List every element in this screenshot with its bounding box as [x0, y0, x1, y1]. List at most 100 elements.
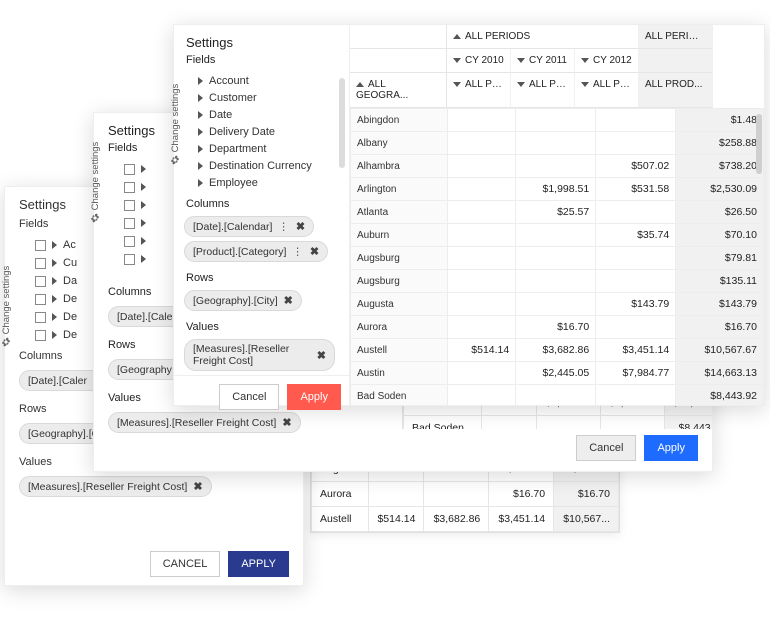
column-chip[interactable]: [Date].[Calendar]⋮✖ — [184, 216, 314, 237]
cancel-button[interactable]: Cancel — [576, 435, 636, 461]
tree-item[interactable]: Employee — [198, 174, 349, 191]
row-header-cell[interactable]: Albany — [351, 132, 448, 155]
tree-item[interactable]: Date — [198, 106, 349, 123]
row-header-cell[interactable]: Bad Soden — [351, 385, 448, 406]
cell — [448, 109, 516, 132]
cell — [516, 247, 596, 270]
checkbox-icon[interactable] — [35, 294, 46, 305]
close-icon[interactable]: ✖ — [310, 245, 319, 258]
col-header-prod[interactable]: ALL PRO... — [575, 73, 639, 108]
cancel-button[interactable]: CANCEL — [150, 551, 221, 577]
table-row: Austell$514.14$3,682.86$3,451.14$10,567.… — [312, 507, 619, 532]
table-row: Aurora$16.70$16.70 — [351, 316, 764, 339]
expand-icon[interactable] — [52, 241, 57, 249]
more-icon[interactable]: ⋮ — [292, 246, 304, 258]
col-header-year[interactable]: CY 2011 — [511, 49, 575, 73]
cell: $3,451.14 — [489, 507, 554, 532]
expand-icon[interactable] — [198, 162, 203, 170]
expand-icon[interactable] — [141, 237, 146, 245]
row-header-cell[interactable]: Augsburg — [351, 247, 448, 270]
expand-icon[interactable] — [141, 183, 146, 191]
row-header-cell[interactable]: Auburn — [351, 224, 448, 247]
more-icon[interactable]: ⋮ — [278, 221, 290, 233]
close-icon[interactable]: ✖ — [296, 220, 305, 233]
expand-icon[interactable] — [141, 219, 146, 227]
expand-icon[interactable] — [198, 94, 203, 102]
expand-icon[interactable] — [52, 331, 57, 339]
row-header-cell[interactable]: Atlanta — [351, 201, 448, 224]
col-header-prod[interactable]: ALL PRO... — [511, 73, 575, 108]
tree-label: Employee — [209, 177, 258, 189]
column-chip[interactable]: [Product].[Category]⋮✖ — [184, 241, 328, 262]
apply-button[interactable]: APPLY — [228, 551, 289, 577]
row-chip[interactable]: [Geography].[City]✖ — [184, 290, 302, 311]
col-header-all-periods[interactable]: ALL PERIODS — [447, 25, 639, 49]
row-header-cell[interactable]: Augsburg — [351, 270, 448, 293]
apply-button[interactable]: Apply — [644, 435, 698, 461]
col-header-prod[interactable]: ALL PRO... — [447, 73, 511, 108]
total-cell: $258.88 — [676, 132, 764, 155]
close-icon[interactable]: ✖ — [317, 349, 326, 362]
row-header-cell[interactable]: Austell — [351, 339, 448, 362]
table-row: Austin$2,445.05$7,984.77$14,663.13 — [351, 362, 764, 385]
expand-icon[interactable] — [198, 128, 203, 136]
row-header-cell[interactable]: Austin — [351, 362, 448, 385]
checkbox-icon[interactable] — [35, 240, 46, 251]
row-header-all-geo[interactable]: ALL GEOGRA... — [350, 73, 447, 108]
checkbox-icon[interactable] — [124, 218, 135, 229]
expand-icon[interactable] — [52, 277, 57, 285]
checkbox-icon[interactable] — [35, 276, 46, 287]
expand-icon[interactable] — [141, 165, 146, 173]
expand-icon[interactable] — [52, 313, 57, 321]
cell: $16.70 — [516, 316, 596, 339]
cell — [448, 385, 516, 406]
chip-label: [Measures].[Reseller Freight Cost] — [193, 343, 311, 367]
col-header-year[interactable]: CY 2010 — [447, 49, 511, 73]
expand-icon[interactable] — [52, 295, 57, 303]
expand-icon[interactable] — [198, 179, 203, 187]
header-text: ALL PRO... — [465, 79, 511, 90]
close-icon[interactable]: ✖ — [284, 294, 293, 307]
tree-item[interactable]: Account — [198, 72, 349, 89]
tree-item[interactable]: Department — [198, 140, 349, 157]
cell: $514.14 — [448, 339, 516, 362]
value-chip[interactable]: [Measures].[Reseller Freight Cost] ✖ — [184, 339, 335, 371]
expand-icon[interactable] — [141, 201, 146, 209]
expand-icon[interactable] — [141, 255, 146, 263]
col-header-year[interactable]: CY 2012 — [575, 49, 639, 73]
scrollbar[interactable] — [756, 114, 762, 174]
row-header-cell[interactable]: Abingdon — [351, 109, 448, 132]
chip-label: [Geography].[C — [28, 428, 99, 440]
checkbox-icon[interactable] — [124, 164, 135, 175]
tree-item[interactable]: Delivery Date — [198, 123, 349, 140]
cancel-button[interactable]: Cancel — [219, 384, 279, 410]
checkbox-icon[interactable] — [35, 312, 46, 323]
checkbox-icon[interactable] — [124, 236, 135, 247]
checkbox-icon[interactable] — [124, 182, 135, 193]
cell — [596, 385, 676, 406]
row-header-cell[interactable]: Augusta — [351, 293, 448, 316]
row-header-cell[interactable]: Alhambra — [351, 155, 448, 178]
scrollbar[interactable] — [339, 78, 345, 168]
checkbox-icon[interactable] — [35, 330, 46, 341]
checkbox-icon[interactable] — [124, 200, 135, 211]
expand-icon[interactable] — [52, 259, 57, 267]
expand-icon[interactable] — [198, 111, 203, 119]
cell — [516, 109, 596, 132]
change-settings-label: Change settings — [1, 266, 12, 335]
cell — [537, 416, 601, 430]
total-cell: $26.50 — [676, 201, 764, 224]
apply-button[interactable]: Apply — [287, 384, 341, 410]
change-settings-tab[interactable]: Change settings — [1, 266, 12, 347]
row-header-cell[interactable]: Aurora — [351, 316, 448, 339]
tree-item[interactable]: Destination Currency — [198, 157, 349, 174]
expand-icon[interactable] — [198, 145, 203, 153]
tree-item[interactable]: Customer — [198, 89, 349, 106]
row-header-cell[interactable]: Arlington — [351, 178, 448, 201]
checkbox-icon[interactable] — [35, 258, 46, 269]
expand-icon[interactable] — [198, 77, 203, 85]
value-chip[interactable]: [Measures].[Reseller Freight Cost]✖ — [19, 476, 212, 497]
table-row: Auburn$35.74$70.10 — [351, 224, 764, 247]
close-icon[interactable]: ✖ — [193, 480, 202, 493]
checkbox-icon[interactable] — [124, 254, 135, 265]
